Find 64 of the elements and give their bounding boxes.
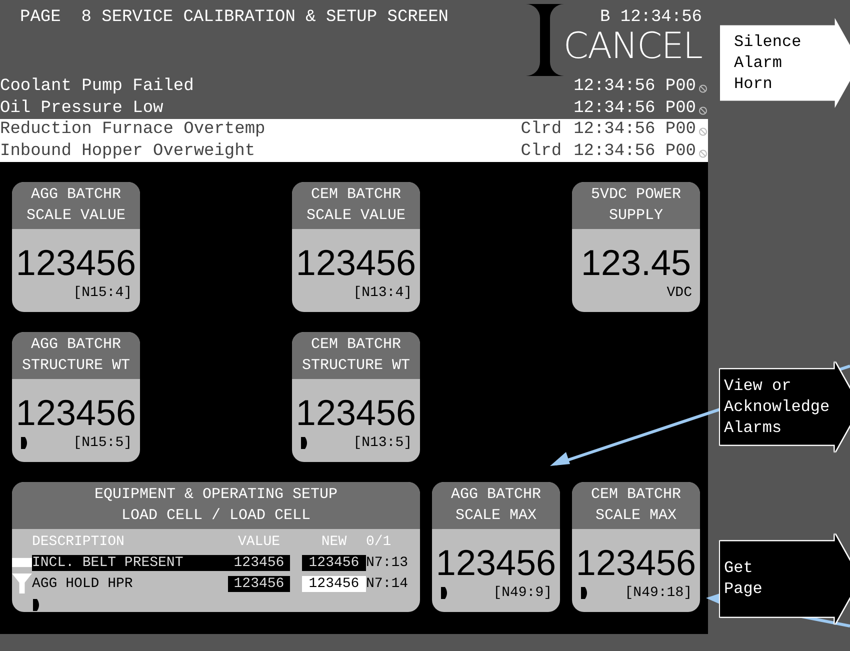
side-arrow-button[interactable]: Silence Alarm Horn <box>720 18 850 108</box>
row-description[interactable]: AGG HOLD HPR <box>32 576 228 592</box>
tile-title: CEM BATCHR <box>310 185 401 205</box>
tile-title: CEM BATCHR <box>310 335 401 355</box>
tile-title: STRUCTURE WT <box>302 356 410 376</box>
column-header: DESCRIPTION <box>32 534 126 550</box>
tile-title: 5VDC POWER <box>590 185 681 205</box>
tile-title: CEM BATCHR <box>590 485 681 505</box>
tile-title: AGG BATCHR <box>30 185 121 205</box>
tile-title: SCALE MAX <box>455 506 536 526</box>
side-arrow-button[interactable]: View or Acknowledge Alarms <box>720 362 850 452</box>
tile-value: 123456 <box>14 243 138 283</box>
tile-value: 123456 <box>14 393 138 433</box>
tile-tag: [N13:5] <box>353 435 412 451</box>
new-value-field[interactable]: 123456 <box>302 554 366 570</box>
alarm-status: Clrd <box>520 120 562 140</box>
column-header: NEW <box>320 534 348 550</box>
tile-value: 123456 <box>574 543 698 583</box>
tile-tag: [N13:4] <box>353 285 412 301</box>
tile-value: 123456 <box>294 393 418 433</box>
tile-tag: [N15:5] <box>73 435 132 451</box>
row-value: 123456 <box>228 576 290 592</box>
tile-tag: [N49:9] <box>493 585 552 601</box>
row-address: N7:14 <box>366 576 410 592</box>
cancel-button[interactable]: CANCEL <box>563 27 702 67</box>
alarm-message: Inbound Hopper Overweight <box>0 142 256 161</box>
tile-title: SCALE MAX <box>595 506 676 526</box>
tile-value: 123456 <box>294 243 418 283</box>
alarm-time: 12:34:56 P00 <box>574 77 696 96</box>
side-arrow-button[interactable]: Get Page <box>720 534 850 624</box>
alarm-row[interactable]: Coolant Pump Failed 12:34:56 P00 <box>0 76 708 98</box>
alarm-row[interactable]: Reduction Furnace Overtemp Clrd 12:34:56 P00 <box>0 119 708 140</box>
alarm-message: Reduction Furnace Overtemp <box>0 120 266 140</box>
tile-title: SUPPLY <box>608 206 663 226</box>
row-value: 123456 <box>228 554 290 570</box>
tile-title: SCALE VALUE <box>26 206 126 226</box>
tile-value: 123.45 <box>580 243 692 283</box>
funnel-icon <box>12 573 32 594</box>
tile-tag: VDC <box>666 285 692 301</box>
tile-value: 123456 <box>434 543 558 583</box>
new-value-field[interactable]: 123456 <box>302 576 366 592</box>
pointer-icon <box>32 598 42 612</box>
tile-tag: [N49:18] <box>624 585 692 601</box>
setup-title: LOAD CELL / LOAD CELL <box>121 506 311 526</box>
tile-title: STRUCTURE WT <box>22 356 130 376</box>
tile-title: AGG BATCHR <box>30 335 121 355</box>
clock-text: B 12:34:56 <box>600 8 702 27</box>
alarm-message: Coolant Pump Failed <box>0 77 195 96</box>
alarm-message: Oil Pressure Low <box>0 98 164 118</box>
alarm-time: 12:34:56 P00 <box>574 142 696 161</box>
page-title: PAGE 8 SERVICE CALIBRATION & SETUP SCREEN <box>20 8 448 27</box>
tile-tag: [N15:4] <box>73 285 132 301</box>
column-header: VALUE <box>236 534 281 550</box>
alarm-time: 12:34:56 P00 <box>574 120 696 140</box>
alarm-row[interactable]: Inbound Hopper Overweight Clrd 12:34:56 P00 <box>0 140 708 162</box>
tile-title: SCALE VALUE <box>306 206 406 226</box>
alarm-row[interactable]: Oil Pressure Low 12:34:56 P00 <box>0 98 708 119</box>
alarm-time: 12:34:56 P00 <box>574 98 696 118</box>
tile-title: AGG BATCHR <box>450 485 541 505</box>
setup-title: EQUIPMENT & OPERATING SETUP <box>94 485 338 505</box>
column-header: 0/1 <box>366 534 392 550</box>
alarm-status: Clrd <box>520 142 562 161</box>
row-description[interactable]: INCL. BELT PRESENT <box>32 554 228 570</box>
row-address: N7:13 <box>366 554 410 570</box>
